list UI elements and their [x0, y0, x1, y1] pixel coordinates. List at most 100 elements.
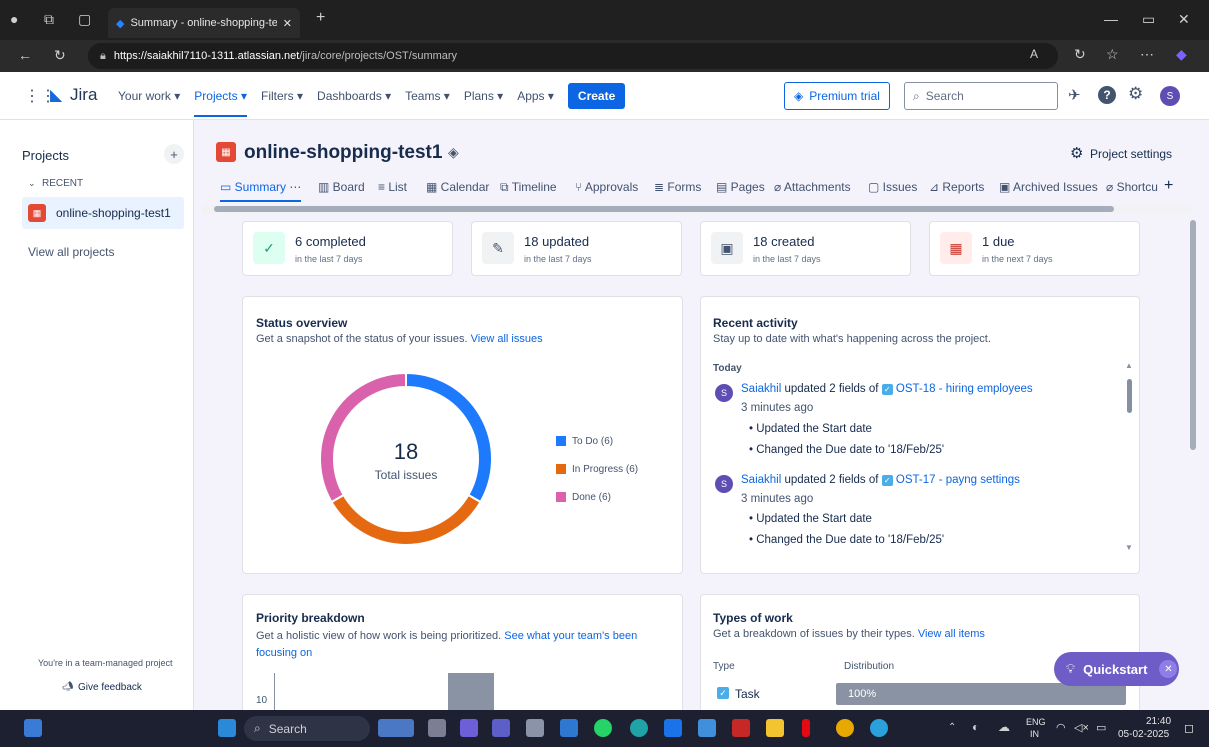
teams-icon[interactable] [492, 719, 510, 737]
copilot-icon[interactable]: ◆ [1176, 46, 1187, 63]
notifications-icon[interactable]: ✈ [1068, 86, 1081, 104]
project-settings-gear-icon[interactable]: ⚙ [1070, 144, 1083, 162]
refresh-extension-icon[interactable]: ↻ [1074, 46, 1086, 63]
read-aloud-icon[interactable]: A [1030, 47, 1038, 61]
add-project-icon[interactable]: + [164, 144, 184, 164]
view-all-projects-link[interactable]: View all projects [28, 245, 114, 259]
give-feedback-link[interactable]: Give feedback [78, 682, 142, 693]
profile-icon[interactable]: ● [10, 11, 18, 27]
browser-tab[interactable]: ◆ Summary - online-shopping-test1 ✕ [108, 8, 300, 38]
tab-actions-icon[interactable]: ▢ [78, 11, 91, 28]
stat-card-completed[interactable]: ✓ 6 completed in the last 7 days [242, 221, 453, 276]
edge-icon[interactable] [630, 719, 648, 737]
nav-apps[interactable]: Apps ▾ [517, 89, 554, 103]
tab-summary[interactable]: ▭ Summary ⋯ [220, 180, 302, 202]
tab-pages[interactable]: ▤ Pages [716, 180, 765, 194]
nav-filters[interactable]: Filters ▾ [261, 89, 303, 103]
jira-logo-text[interactable]: Jira [70, 85, 97, 105]
legend-item[interactable]: To Do (6) [556, 427, 638, 455]
scroll-down-icon[interactable]: ▼ [1125, 543, 1133, 552]
donut-slice-2[interactable] [319, 371, 407, 504]
copilot-app-icon[interactable] [460, 719, 478, 737]
user-avatar[interactable]: S [1160, 86, 1180, 106]
distribution-bar[interactable]: 100% [836, 683, 1126, 705]
view-all-items-link[interactable]: View all items [918, 628, 985, 640]
language-indicator[interactable]: ENG [1026, 717, 1046, 727]
view-all-issues-link[interactable]: View all issues [471, 333, 543, 345]
legend-item[interactable]: In Progress (6) [556, 455, 638, 483]
nav-dashboards[interactable]: Dashboards ▾ [317, 89, 391, 103]
vertical-scrollbar[interactable] [1188, 220, 1198, 705]
nav-your-work[interactable]: Your work ▾ [118, 89, 180, 103]
netflix-icon[interactable] [802, 719, 810, 737]
l-app-icon[interactable] [664, 719, 682, 737]
settings-gear-icon[interactable]: ⚙ [1128, 84, 1143, 104]
telegram-icon[interactable] [870, 719, 888, 737]
donut-slice-0[interactable] [405, 371, 493, 504]
project-settings-button[interactable]: Project settings [1090, 147, 1172, 161]
activity-issue-link[interactable]: OST-18 - hiring employees [896, 383, 1033, 395]
quickstart-button[interactable]: 💡︎ Quickstart ✕ [1054, 652, 1179, 686]
activity-scroll-thumb[interactable] [1127, 379, 1132, 413]
close-window-icon[interactable]: ✕ [1178, 11, 1190, 28]
avatar[interactable]: S [715, 475, 733, 493]
start-icon[interactable] [218, 719, 236, 737]
city-icon[interactable] [378, 719, 414, 737]
tab-approvals[interactable]: ⑂ Approvals [575, 180, 638, 194]
tray-chevron-icon[interactable]: ⌃ [948, 722, 956, 733]
jira-logo-icon[interactable]: ◣ [50, 85, 62, 105]
refresh-icon[interactable]: ↻ [54, 47, 66, 64]
close-icon[interactable]: ✕ [1159, 660, 1178, 678]
avatar[interactable]: S [715, 384, 733, 402]
tab-board[interactable]: ▥ Board [318, 180, 365, 194]
stat-card-created[interactable]: ▣ 18 created in the last 7 days [700, 221, 911, 276]
stat-card-updated[interactable]: ✎ 18 updated in the last 7 days [471, 221, 682, 276]
notification-bell-icon[interactable]: ◻ [1184, 721, 1194, 735]
chrome-icon[interactable] [836, 719, 854, 737]
url-input[interactable]: 🔒︎ https://saiakhil7110-1311.atlassian.n… [88, 43, 1058, 69]
region-indicator[interactable]: IN [1030, 729, 1039, 739]
donut-slice-1[interactable] [330, 493, 482, 546]
paint-icon[interactable]: ◈ [448, 144, 459, 161]
clock-date[interactable]: 05-02-2025 [1118, 729, 1169, 740]
activity-user-link[interactable]: Saiakhil [741, 474, 781, 486]
back-icon[interactable]: ← [18, 47, 32, 63]
nav-plans[interactable]: Plans ▾ [464, 89, 503, 103]
help-icon[interactable]: ? [1098, 86, 1116, 104]
onedrive-icon[interactable]: ☁ [998, 720, 1010, 734]
taskbar-search[interactable]: ⌕ Search [244, 716, 370, 741]
restore-icon[interactable]: ▭ [1142, 11, 1155, 28]
photos-icon[interactable] [698, 719, 716, 737]
settings-app-icon[interactable] [526, 719, 544, 737]
mcafee-icon[interactable] [732, 719, 750, 737]
wifi-icon[interactable]: ◠ [1056, 721, 1066, 734]
horizontal-scrollbar[interactable] [202, 205, 1192, 213]
scroll-thumb[interactable] [1190, 220, 1196, 450]
task-view-icon[interactable] [428, 719, 446, 737]
tab-list[interactable]: ≡ List [378, 180, 407, 194]
nav-teams[interactable]: Teams ▾ [405, 89, 450, 103]
chevron-down-icon[interactable]: ⌄ [28, 178, 36, 189]
activity-user-link[interactable]: Saiakhil [741, 383, 781, 395]
tray-apps-icon[interactable]: ◐ [972, 720, 979, 734]
new-tab-icon[interactable]: + [316, 9, 325, 27]
clock-time[interactable]: 21:40 [1146, 716, 1171, 727]
tab-shortcuts[interactable]: ⌀ Shortcu [1106, 180, 1158, 194]
tab-issues[interactable]: ▢ Issues [868, 180, 917, 194]
close-tab-icon[interactable]: ✕ [283, 17, 292, 30]
create-button[interactable]: Create [567, 83, 626, 109]
battery-icon[interactable]: ▭ [1096, 721, 1106, 734]
stat-card-due[interactable]: ▦ 1 due in the next 7 days [929, 221, 1140, 276]
tab-reports[interactable]: ⊿ Reports [929, 180, 984, 194]
file-explorer-icon[interactable] [766, 719, 784, 737]
tab-attachments[interactable]: ⌀ Attachments [774, 180, 851, 194]
widgets-icon[interactable] [24, 719, 42, 737]
scroll-thumb[interactable] [214, 206, 1114, 212]
minimize-icon[interactable]: — [1104, 11, 1118, 27]
legend-item[interactable]: Done (6) [556, 483, 638, 511]
more-icon[interactable]: ⋯ [1140, 46, 1154, 63]
tab-archived-issues[interactable]: ▣ Archived Issues [999, 180, 1098, 194]
sidebar-item-project[interactable]: ▦ online-shopping-test1 [22, 197, 184, 229]
search-input[interactable]: ⌕ Search [904, 82, 1058, 110]
scroll-up-icon[interactable]: ▲ [1125, 361, 1133, 370]
